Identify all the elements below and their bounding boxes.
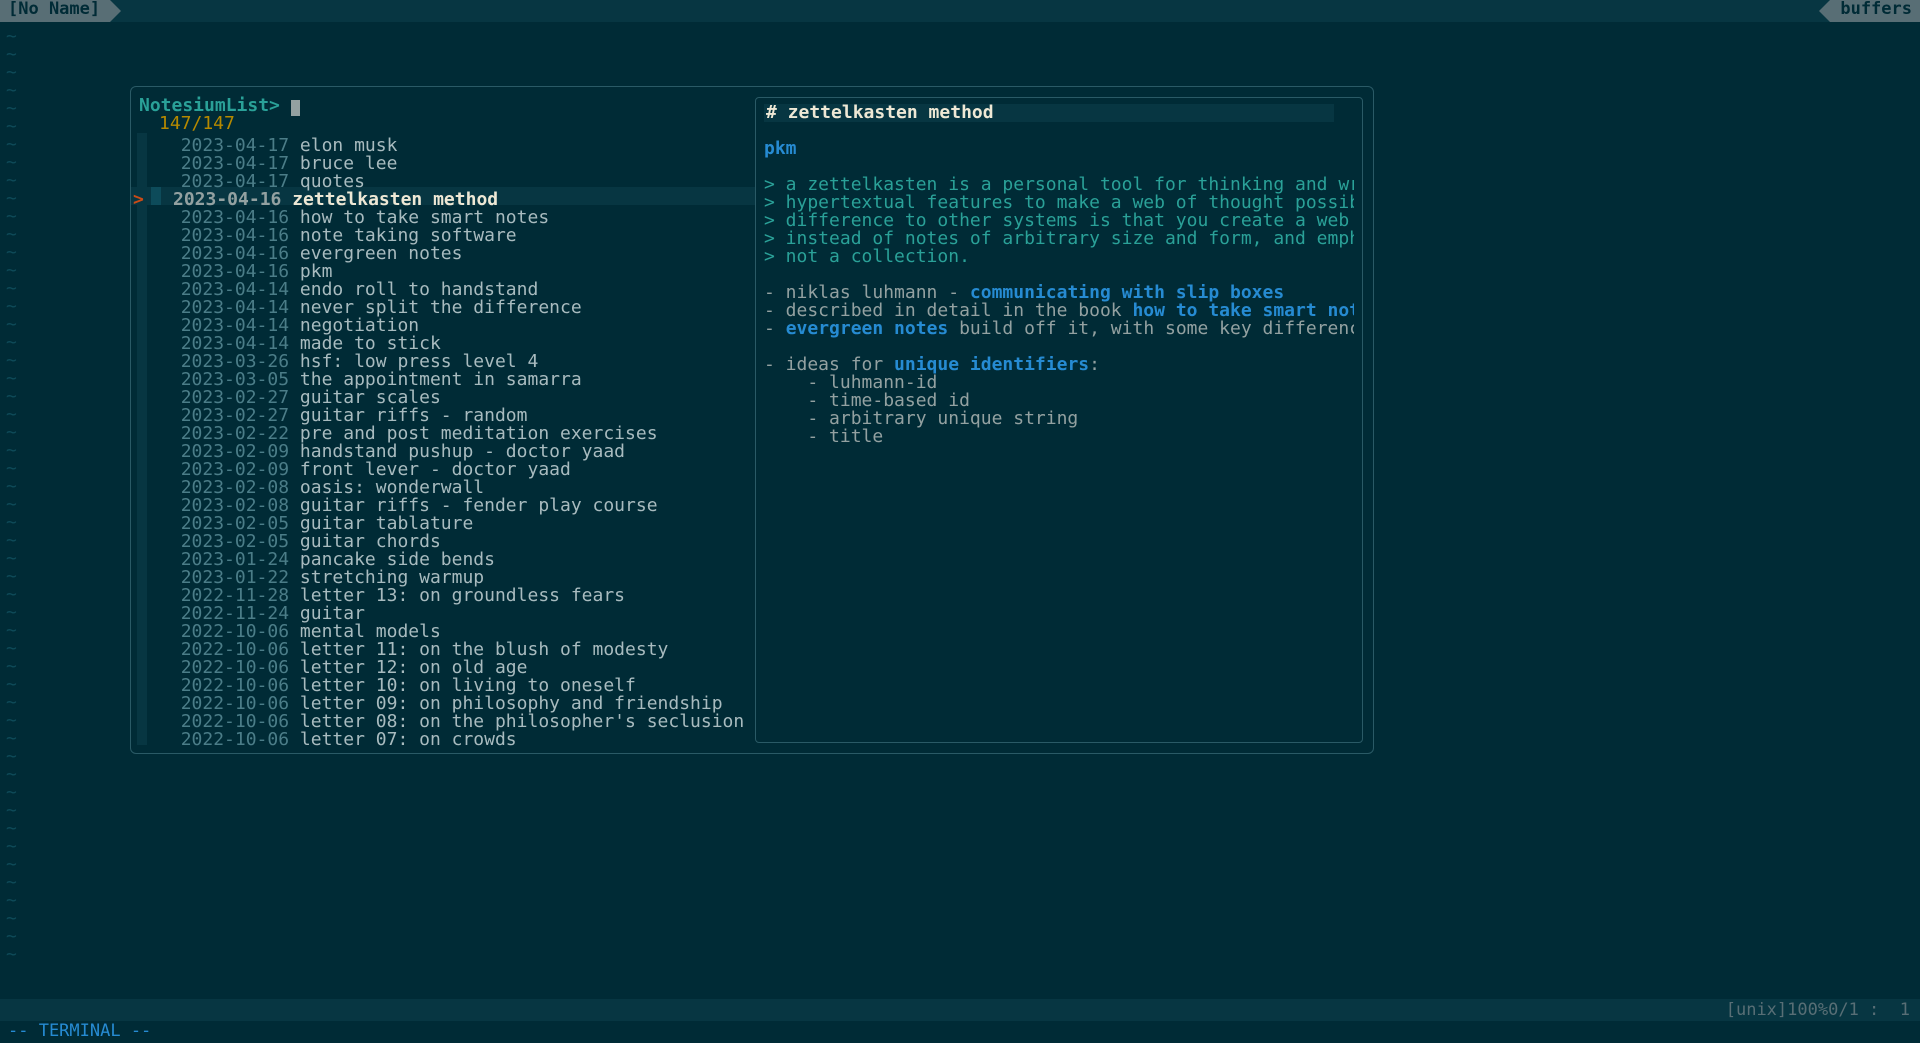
fzf-row-marker: [137, 241, 147, 259]
fzf-result-row[interactable]: 2023-04-14 made to stick: [131, 331, 755, 349]
preview-sublist-item: - luhmann-id: [764, 374, 937, 392]
fzf-row-marker: [151, 187, 161, 205]
buffers-tab[interactable]: buffers: [1830, 0, 1920, 22]
fzf-result-row[interactable]: 2023-04-17 elon musk: [131, 133, 755, 151]
command-line: -- TERMINAL --: [0, 1021, 1920, 1043]
editor-area: ~~~~~~~~~~~~~~~~~~~~~~~~~~~~~~~~~~~~~~~~…: [0, 22, 1920, 999]
fzf-row-marker: [137, 655, 147, 673]
fzf-row-marker: [137, 367, 147, 385]
fzf-row-marker: [137, 151, 147, 169]
preview-tag-link: pkm: [764, 140, 797, 158]
fzf-row-marker: [137, 691, 147, 709]
fzf-result-row[interactable]: 2022-11-28 letter 13: on groundless fear…: [131, 583, 755, 601]
fzf-row-marker: [137, 511, 147, 529]
fzf-row-marker: [137, 439, 147, 457]
fzf-result-row[interactable]: 2023-02-08 oasis: wonderwall: [131, 475, 755, 493]
fzf-result-row[interactable]: >2023-04-16 zettelkasten method: [131, 187, 755, 205]
fzf-row-marker: [137, 295, 147, 313]
fzf-result-row[interactable]: 2022-10-06 letter 09: on philosophy and …: [131, 691, 755, 709]
sign-column: ~~~~~~~~~~~~~~~~~~~~~~~~~~~~~~~~~~~~~~~~…: [0, 22, 24, 999]
fzf-result-row[interactable]: 2022-10-06 mental models: [131, 619, 755, 637]
fzf-match-count: 147/147: [131, 115, 755, 133]
fzf-row-marker: [137, 169, 147, 187]
fzf-row-marker: [137, 421, 147, 439]
fzf-result-row[interactable]: 2023-02-09 front lever - doctor yaad: [131, 457, 755, 475]
fzf-row-marker: [137, 457, 147, 475]
fzf-row-marker: [137, 637, 147, 655]
fzf-row-marker: [137, 259, 147, 277]
status-encoding: [unix]: [1726, 1002, 1787, 1019]
fzf-float-window: NotesiumList> 147/147 2023-04-17 elon mu…: [130, 86, 1374, 754]
preview-blockquote-line: > difference to other systems is that yo…: [764, 212, 1354, 230]
fzf-result-row[interactable]: 2023-04-16 note taking software: [131, 223, 755, 241]
fzf-row-marker: [137, 385, 147, 403]
fzf-result-title: letter 07: on crowds: [300, 731, 517, 749]
fzf-result-row[interactable]: 2023-03-05 the appointment in samarra: [131, 367, 755, 385]
fzf-result-row[interactable]: 2023-04-17 quotes: [131, 169, 755, 187]
current-buffer-tab[interactable]: [No Name]: [0, 0, 110, 22]
fzf-cursor: [291, 100, 300, 116]
fzf-preview-pane: # zettelkasten method pkm > a zettelkast…: [755, 97, 1363, 743]
fzf-row-marker: [137, 565, 147, 583]
fzf-result-row[interactable]: 2023-03-26 hsf: low press level 4: [131, 349, 755, 367]
tabline: [No Name] buffers: [0, 0, 1920, 22]
preview-blockquote-line: > not a collection.: [764, 248, 970, 266]
fzf-result-row[interactable]: 2023-04-16 how to take smart notes: [131, 205, 755, 223]
preview-sublist-item: - arbitrary unique string: [764, 410, 1078, 428]
fzf-row-marker: [137, 619, 147, 637]
fzf-row-marker: [137, 727, 147, 745]
fzf-result-row[interactable]: 2023-02-27 guitar riffs - random: [131, 403, 755, 421]
status-position: 0/1 : 1: [1828, 1002, 1910, 1019]
preview-sublist-item: - title: [764, 428, 883, 446]
preview-blockquote-line: > instead of notes of arbitrary size and…: [764, 230, 1354, 248]
fzf-row-marker: [137, 673, 147, 691]
fzf-result-row[interactable]: 2022-10-06 letter 10: on living to onese…: [131, 673, 755, 691]
fzf-result-row[interactable]: 2023-04-14 endo roll to handstand: [131, 277, 755, 295]
fzf-result-row[interactable]: 2022-10-06 letter 08: on the philosopher…: [131, 709, 755, 727]
fzf-result-row[interactable]: 2023-04-17 bruce lee: [131, 151, 755, 169]
fzf-row-marker: [137, 313, 147, 331]
empty-line-tilde: ~: [0, 946, 24, 964]
fzf-list-pane[interactable]: NotesiumList> 147/147 2023-04-17 elon mu…: [131, 87, 755, 753]
fzf-row-marker: [137, 205, 147, 223]
preview-link: communicating with slip boxes: [970, 284, 1284, 302]
preview-blockquote-line: > hypertextual features to make a web of…: [764, 194, 1354, 212]
fzf-row-marker: [137, 277, 147, 295]
fzf-result-row[interactable]: 2023-04-14 never split the difference: [131, 295, 755, 313]
fzf-row-marker: [137, 547, 147, 565]
fzf-row-marker: [137, 529, 147, 547]
fzf-result-row[interactable]: 2023-04-16 evergreen notes: [131, 241, 755, 259]
preview-sublist-item: - time-based id: [764, 392, 970, 410]
fzf-result-row[interactable]: 2023-01-24 pancake side bends: [131, 547, 755, 565]
fzf-result-row[interactable]: 2022-10-06 letter 11: on the blush of mo…: [131, 637, 755, 655]
fzf-result-row[interactable]: 2023-02-09 handstand pushup - doctor yaa…: [131, 439, 755, 457]
fzf-result-row[interactable]: 2023-01-22 stretching warmup: [131, 565, 755, 583]
fzf-result-row[interactable]: 2023-02-22 pre and post meditation exerc…: [131, 421, 755, 439]
fzf-prompt-arrow: >: [269, 95, 280, 116]
fzf-result-date: 2022-10-06: [181, 731, 300, 749]
fzf-row-marker: [137, 223, 147, 241]
fzf-row-marker: [137, 493, 147, 511]
fzf-row-marker: [137, 349, 147, 367]
fzf-row-marker: [137, 133, 147, 151]
fzf-row-marker: [137, 475, 147, 493]
fzf-result-row[interactable]: 2023-02-05 guitar tablature: [131, 511, 755, 529]
fzf-row-marker: [137, 403, 147, 421]
preview-link: evergreen notes: [786, 320, 949, 338]
preview-heading: # zettelkasten method: [764, 104, 1334, 122]
statusline: [unix] 100% 0/1 : 1: [0, 999, 1920, 1021]
fzf-row-marker: [137, 601, 147, 619]
fzf-result-row[interactable]: 2023-02-08 guitar riffs - fender play co…: [131, 493, 755, 511]
preview-link: how to take smart notes: [1132, 302, 1354, 320]
fzf-row-marker: [137, 583, 147, 601]
fzf-row-marker: [137, 709, 147, 727]
preview-link: unique identifiers: [894, 356, 1089, 374]
status-percent: 100%: [1787, 1002, 1828, 1019]
fzf-row-marker: [137, 331, 147, 349]
preview-blockquote-line: > a zettelkasten is a personal tool for …: [764, 176, 1354, 194]
